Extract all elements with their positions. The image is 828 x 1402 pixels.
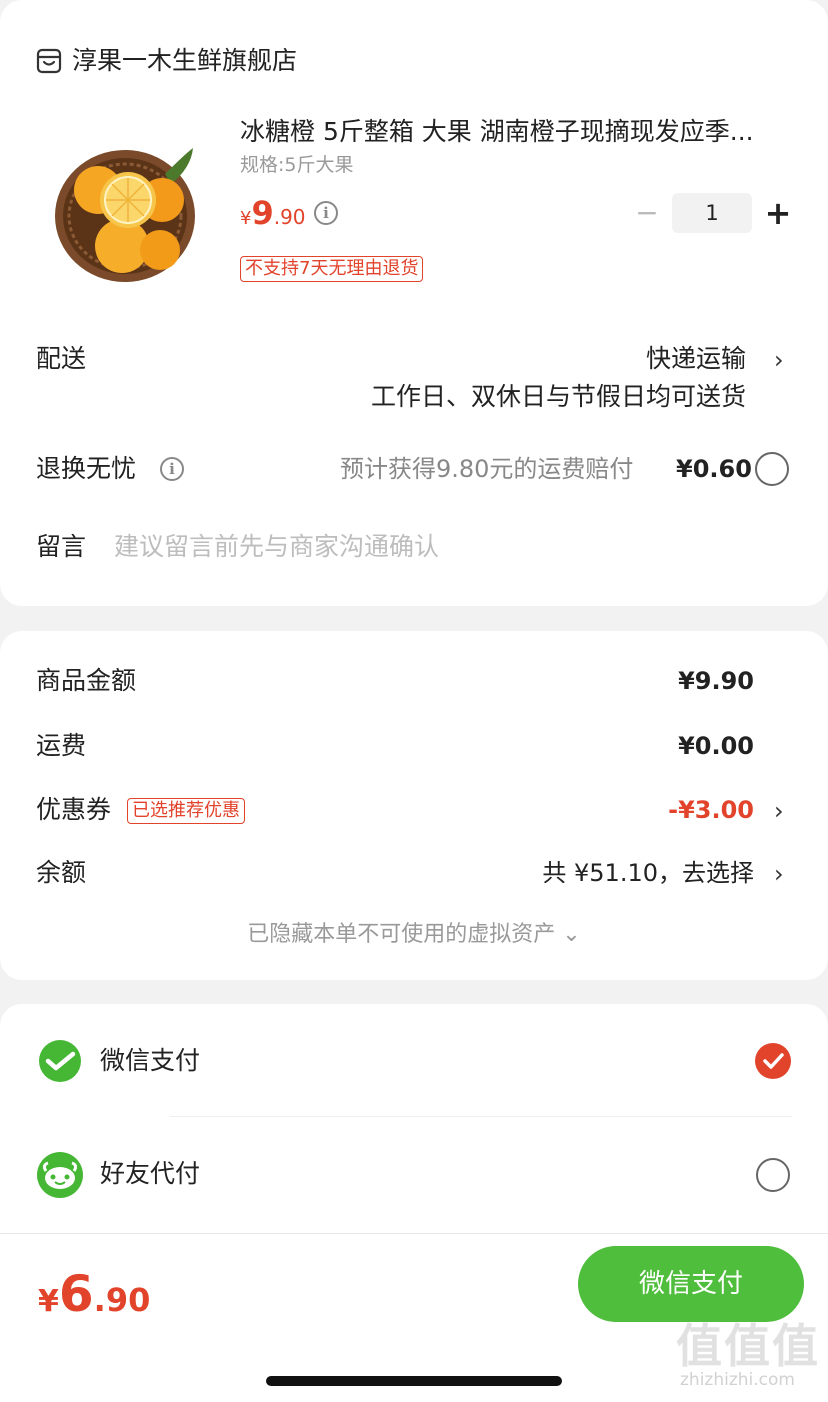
message-label: 留言 [36,532,87,561]
balance-chevron-icon[interactable]: › [774,857,784,891]
order-card: 淳果一木生鲜旗舰店 冰糖橙 5斤整箱 大果 湖南橙子现摘现发应季... 规格:5… [0,0,828,606]
home-indicator [266,1376,562,1386]
total-currency: ¥ [38,1284,59,1319]
shipping-fee-label: 运费 [36,731,87,760]
no-return-tag: 不支持7天无理由退货 [240,256,424,282]
coupon-label: 优惠券 [36,795,112,824]
delivery-method[interactable]: 快递运输 [646,342,746,376]
goods-amount-value: ¥9.90 [678,667,754,695]
total-integer: 6 [58,1265,94,1323]
goods-amount-label: 商品金额 [36,666,137,695]
delivery-note: 工作日、双休日与节假日均可送货 [370,382,746,411]
message-input[interactable]: 建议留言前先与商家沟通确认 [114,530,439,564]
return-worry-label: 退换无忧 [36,454,137,483]
delivery-label: 配送 [36,344,87,373]
wechat-pay-checked-icon[interactable] [755,1043,791,1079]
price-decimal: .90 [273,205,306,229]
hidden-assets-note[interactable]: 已隐藏本单不可使用的虚拟资产 ⌄ [0,919,828,951]
friend-pay-radio[interactable] [756,1158,790,1192]
product-title[interactable]: 冰糖橙 5斤整箱 大果 湖南橙子现摘现发应季... [240,114,800,150]
product-spec[interactable]: 规格:5斤大果 [240,151,354,179]
delivery-chevron-icon[interactable]: › [774,343,784,377]
total-price: ¥6.90 [38,1264,150,1336]
balance-label: 余额 [36,858,87,887]
coupon-chevron-icon[interactable]: › [774,794,784,828]
payment-divider [170,1116,792,1117]
coupon-tag: 已选推荐优惠 [127,798,245,824]
return-worry-price: ¥0.60 [676,455,752,483]
product-price: ¥9.90 [240,193,306,239]
wechat-pay-icon [36,1039,84,1087]
return-worry-radio[interactable] [755,452,789,486]
payment-card: 微信支付 好友代付 [0,1004,828,1264]
quantity-minus-button[interactable]: − [632,196,662,230]
wechat-pay-label[interactable]: 微信支付 [100,1044,200,1078]
product-image[interactable] [50,138,200,288]
price-currency: ¥ [240,208,252,229]
quantity-plus-button[interactable]: + [762,193,794,233]
coupon-value[interactable]: -¥3.00 [668,793,754,827]
price-integer: 9 [251,194,274,232]
watermark-url: zhizhizhi.com [680,1370,795,1390]
shop-name[interactable]: 淳果一木生鲜旗舰店 [72,44,297,78]
return-worry-info-icon[interactable]: i [160,457,184,481]
friend-pay-icon [36,1151,84,1199]
balance-value[interactable]: 共 ¥51.10，去选择 [542,856,754,890]
bottom-bar: ¥6.90 微信支付 值值值 zhizhizhi.com [0,1233,828,1402]
store-icon [36,47,62,75]
shipping-fee-value: ¥0.00 [678,732,754,760]
summary-card: 商品金额 ¥9.90 运费 ¥0.00 优惠券 已选推荐优惠 -¥3.00 › … [0,631,828,980]
return-worry-desc: 预计获得9.80元的运费赔付 [340,455,634,483]
watermark-text: 值值值 [676,1319,820,1373]
price-info-icon[interactable]: i [314,201,338,225]
friend-pay-label[interactable]: 好友代付 [100,1157,200,1191]
quantity-value[interactable]: 1 [672,193,752,233]
total-decimal: .90 [93,1281,151,1319]
